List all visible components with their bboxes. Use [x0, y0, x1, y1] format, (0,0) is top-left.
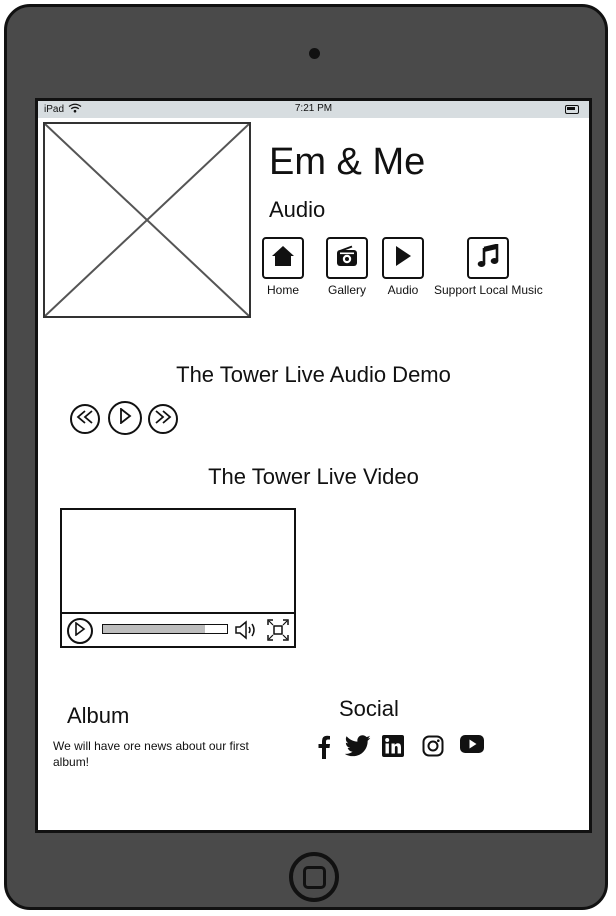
- nav-gallery-box[interactable]: [326, 237, 368, 279]
- album-title: Album: [67, 703, 130, 728]
- play-icon: [393, 245, 413, 272]
- tablet-frame: iPad 7:21 PM Em & Me Audio Home Gallery …: [4, 4, 608, 910]
- nav-home[interactable]: Home: [262, 237, 304, 297]
- nav-home-box[interactable]: [262, 237, 304, 279]
- nav-support-local-music[interactable]: Support Local Music: [434, 237, 543, 297]
- home-button-inner: [302, 865, 326, 889]
- instagram-icon[interactable]: [422, 735, 444, 757]
- video-play-button[interactable]: [67, 618, 93, 644]
- nav-audio-box[interactable]: [382, 237, 424, 279]
- logo-image-placeholder: [43, 122, 251, 318]
- battery-icon: [565, 105, 579, 114]
- audio-section-title: The Tower Live Audio Demo: [176, 362, 451, 387]
- camera-dot: [309, 48, 320, 59]
- linkedin-icon[interactable]: [382, 735, 404, 757]
- video-section-title: The Tower Live Video: [208, 464, 419, 489]
- audio-play-button[interactable]: [108, 401, 142, 435]
- video-player[interactable]: [60, 508, 296, 648]
- nav-support-label: Support Local Music: [434, 283, 543, 297]
- music-note-icon: [477, 242, 499, 273]
- nav-support-box[interactable]: [467, 237, 510, 279]
- home-icon: [271, 245, 295, 272]
- nav-audio[interactable]: Audio: [382, 237, 424, 297]
- youtube-icon[interactable]: [460, 735, 484, 753]
- play-outline-icon: [118, 406, 132, 429]
- screen: iPad 7:21 PM Em & Me Audio Home Gallery …: [35, 98, 592, 833]
- radio-icon: [336, 245, 358, 272]
- page-subtitle: Audio: [269, 197, 326, 222]
- video-progress-fill: [103, 625, 205, 633]
- fast-forward-icon: [153, 409, 173, 429]
- volume-icon[interactable]: [234, 619, 260, 646]
- rewind-button[interactable]: [70, 404, 100, 434]
- twitter-icon[interactable]: [345, 735, 371, 757]
- social-title: Social: [339, 696, 399, 721]
- facebook-icon[interactable]: [316, 735, 332, 759]
- rewind-icon: [75, 409, 95, 429]
- status-bar: iPad 7:21 PM: [38, 101, 589, 118]
- status-time: 7:21 PM: [294, 103, 333, 114]
- brand-title: Em & Me: [269, 141, 426, 183]
- fast-forward-button[interactable]: [148, 404, 178, 434]
- nav-gallery-label: Gallery: [327, 283, 366, 297]
- video-controls: [62, 612, 294, 646]
- fullscreen-icon[interactable]: [267, 619, 289, 646]
- nav-home-label: Home: [266, 283, 299, 297]
- album-text: We will have ore news about our first al…: [53, 739, 249, 769]
- home-button[interactable]: [289, 852, 339, 902]
- nav-audio-label: Audio: [387, 283, 419, 297]
- video-progress-bar[interactable]: [102, 624, 228, 634]
- play-outline-icon: [74, 620, 86, 641]
- nav-gallery[interactable]: Gallery: [326, 237, 368, 297]
